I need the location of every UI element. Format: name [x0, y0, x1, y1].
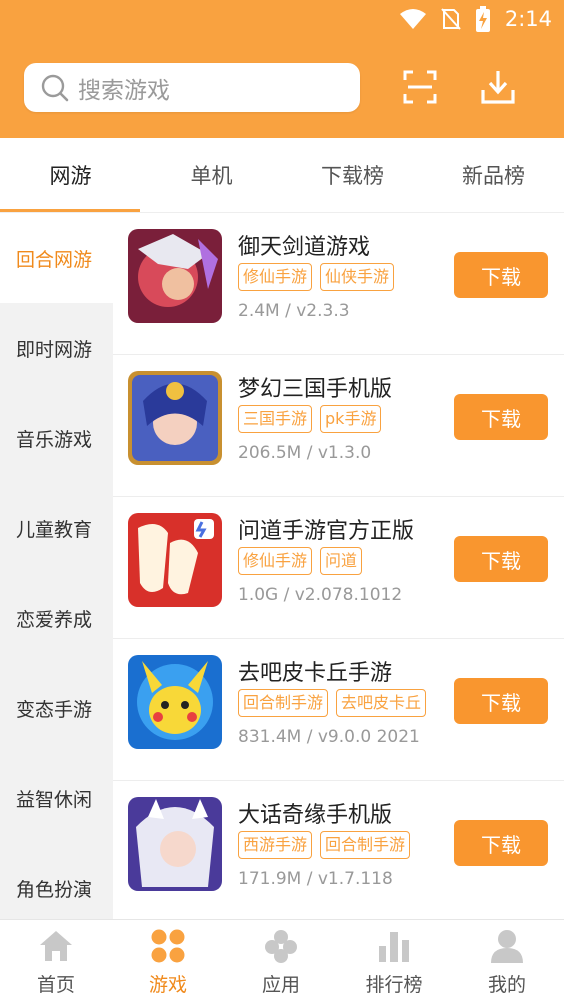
search-icon — [41, 74, 69, 101]
app-icon — [128, 797, 222, 891]
nav-profile[interactable]: 我的 — [451, 920, 563, 1003]
sidebar-item-turn-based[interactable]: 回合网游 — [0, 213, 113, 303]
tag-list: 修仙手游 问道 — [238, 547, 363, 575]
scan-icon[interactable] — [401, 68, 439, 106]
sidebar-item-modded[interactable]: 变态手游 — [0, 663, 113, 753]
sidebar-item-label: 儿童教育 — [16, 518, 93, 541]
nav-label: 游戏 — [148, 974, 187, 996]
nav-apps[interactable]: 应用 — [225, 920, 337, 1003]
tab-label: 网游 — [49, 164, 92, 188]
tag[interactable]: pk手游 — [320, 405, 382, 433]
tag[interactable]: 回合制手游 — [238, 689, 329, 717]
download-button[interactable]: 下载 — [454, 678, 548, 724]
app-name: 问道手游官方正版 — [238, 519, 415, 544]
app-list: 御天剑道游戏 修仙手游 仙侠手游 2.4M / v2.3.3 下载 梦幻三国手机… — [113, 213, 564, 919]
battery-charging-icon — [475, 6, 490, 32]
nav-label: 应用 — [261, 974, 300, 996]
app-meta: 2.4M / v2.3.3 — [238, 301, 350, 321]
nav-label: 我的 — [487, 974, 526, 996]
download-button[interactable]: 下载 — [454, 394, 548, 440]
sidebar-item-music[interactable]: 音乐游戏 — [0, 393, 113, 483]
app-icon — [128, 513, 222, 607]
sidebar-item-label: 角色扮演 — [16, 878, 93, 901]
app-meta: 206.5M / v1.3.0 — [238, 443, 372, 463]
app-meta: 171.9M / v1.7.118 — [238, 869, 393, 889]
bottom-nav: 首页 游戏 应用 排行榜 我的 — [0, 919, 564, 1003]
download-button[interactable]: 下载 — [454, 820, 548, 866]
tag[interactable]: 修仙手游 — [238, 263, 313, 291]
sidebar-item-puzzle[interactable]: 益智休闲 — [0, 753, 113, 843]
sidebar-item-label: 即时网游 — [16, 338, 93, 361]
tab-online-games[interactable]: 网游 — [0, 138, 141, 212]
sidebar-item-label: 变态手游 — [16, 698, 93, 721]
list-item[interactable]: 去吧皮卡丘手游 回合制手游 去吧皮卡丘 831.4M / v9.0.0 2021… — [113, 639, 564, 781]
tag[interactable]: 西游手游 — [238, 831, 313, 859]
ranking-icon — [379, 932, 409, 962]
app-name: 梦幻三国手机版 — [238, 377, 393, 402]
tag[interactable]: 仙侠手游 — [320, 263, 395, 291]
list-item[interactable]: 大话奇缘手机版 西游手游 回合制手游 171.9M / v1.7.118 下载 — [113, 781, 564, 919]
app-icon — [128, 371, 222, 465]
nav-ranking[interactable]: 排行榜 — [338, 920, 450, 1003]
app-icon — [128, 229, 222, 323]
download-button[interactable]: 下载 — [454, 252, 548, 298]
tab-label: 单机 — [190, 164, 233, 188]
search-placeholder: 搜索游戏 — [78, 77, 170, 104]
status-time: 2:14 — [504, 7, 552, 31]
category-tabs: 网游 单机 下载榜 新品榜 — [0, 138, 564, 213]
tag[interactable]: 问道 — [320, 547, 363, 575]
tab-download-ranking[interactable]: 下载榜 — [282, 138, 423, 212]
tag[interactable]: 去吧皮卡丘 — [336, 689, 427, 717]
download-icon[interactable] — [479, 68, 517, 106]
sidebar-item-romance[interactable]: 恋爱养成 — [0, 573, 113, 663]
wifi-icon — [399, 9, 426, 29]
tab-new-ranking[interactable]: 新品榜 — [423, 138, 564, 212]
status-bar: 2:14 — [399, 6, 552, 32]
nav-home[interactable]: 首页 — [0, 920, 112, 1003]
app-meta: 1.0G / v2.078.1012 — [238, 585, 403, 605]
nav-label: 排行榜 — [365, 974, 423, 996]
list-item[interactable]: 御天剑道游戏 修仙手游 仙侠手游 2.4M / v2.3.3 下载 — [113, 213, 564, 355]
tag-list: 西游手游 回合制手游 — [238, 831, 411, 859]
active-tab-indicator — [0, 209, 140, 212]
app-icon — [128, 655, 222, 749]
app-name: 御天剑道游戏 — [238, 235, 371, 260]
home-icon — [40, 931, 72, 961]
sidebar-item-kids[interactable]: 儿童教育 — [0, 483, 113, 573]
header: 2:14 搜索游戏 — [0, 0, 564, 138]
tag[interactable]: 三国手游 — [238, 405, 313, 433]
profile-icon — [491, 930, 523, 963]
search-input[interactable]: 搜索游戏 — [24, 63, 360, 112]
list-item[interactable]: 梦幻三国手机版 三国手游 pk手游 206.5M / v1.3.0 下载 — [113, 355, 564, 497]
tag-list: 回合制手游 去吧皮卡丘 — [238, 689, 427, 717]
app-meta: 831.4M / v9.0.0 2021 — [238, 727, 420, 747]
sidebar-item-label: 音乐游戏 — [16, 428, 93, 451]
sidebar-item-label: 回合网游 — [16, 248, 93, 271]
sidebar-item-label: 益智休闲 — [16, 788, 93, 811]
tab-label: 新品榜 — [462, 164, 525, 188]
download-button[interactable]: 下载 — [454, 536, 548, 582]
sidebar-item-label: 恋爱养成 — [16, 608, 93, 631]
games-icon — [151, 929, 185, 963]
app-name: 大话奇缘手机版 — [238, 803, 393, 828]
tag-list: 三国手游 pk手游 — [238, 405, 382, 433]
tab-standalone[interactable]: 单机 — [141, 138, 282, 212]
list-item[interactable]: 问道手游官方正版 修仙手游 问道 1.0G / v2.078.1012 下载 — [113, 497, 564, 639]
nav-games[interactable]: 游戏 — [112, 920, 224, 1003]
tag[interactable]: 修仙手游 — [238, 547, 313, 575]
tab-label: 下载榜 — [321, 164, 384, 188]
apps-icon — [265, 930, 297, 963]
app-name: 去吧皮卡丘手游 — [238, 661, 393, 686]
tag[interactable]: 回合制手游 — [320, 831, 411, 859]
nav-label: 首页 — [36, 974, 75, 996]
tag-list: 修仙手游 仙侠手游 — [238, 263, 395, 291]
no-sim-icon — [441, 8, 461, 30]
sidebar-item-realtime[interactable]: 即时网游 — [0, 303, 113, 393]
sidebar: 回合网游 即时网游 音乐游戏 儿童教育 恋爱养成 变态手游 益智休闲 角色扮演 — [0, 213, 113, 919]
